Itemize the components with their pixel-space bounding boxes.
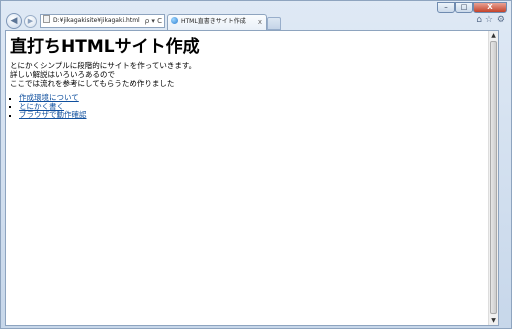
tab-current[interactable]: HTML直書きサイト作成 x — [167, 14, 267, 30]
page-icon — [43, 15, 50, 23]
intro-line: とにかくシンプルに段階的にサイトを作っていきます。 — [10, 61, 197, 70]
address-url: D:¥jikagakisite¥jikagaki.html — [53, 17, 140, 24]
forward-button[interactable]: ▶ — [24, 15, 37, 28]
tab-title: HTML直書きサイト作成 — [181, 18, 246, 25]
scroll-down-icon[interactable]: ▼ — [489, 316, 498, 325]
page-viewport: 直打ちHTMLサイト作成 とにかくシンプルに段階的にサイトを作っていきます。 詳… — [5, 30, 499, 326]
list-item: ブラウザで動作確認 — [9, 110, 87, 120]
intro-text: とにかくシンプルに段階的にサイトを作っていきます。 詳しい解説はいろいろあるので… — [10, 61, 196, 88]
tab-close-icon[interactable]: x — [258, 15, 262, 29]
page-title: 直打ちHTMLサイト作成 — [10, 37, 200, 57]
back-button[interactable]: ◀ — [6, 13, 22, 29]
home-icon[interactable]: ⌂ — [476, 15, 482, 25]
scroll-up-icon[interactable]: ▲ — [489, 31, 498, 40]
new-tab-button[interactable] — [267, 17, 281, 30]
gear-icon[interactable]: ⚙ — [497, 15, 505, 25]
browser-window: – □ X ◀ ▶ D:¥jikagakisite¥jikagaki.html … — [0, 0, 512, 329]
intro-line: ここでは流れを参考にしてもらうため作りました — [10, 79, 175, 88]
star-icon[interactable]: ☆ — [485, 15, 493, 25]
vertical-scrollbar[interactable]: ▲ ▼ — [488, 31, 498, 325]
ie-favicon-icon — [171, 17, 178, 24]
navigation-bar: ◀ ▶ D:¥jikagakisite¥jikagaki.html ρ ▾ C … — [1, 12, 511, 30]
scroll-thumb[interactable] — [490, 41, 497, 314]
link-browser-check[interactable]: ブラウザで動作確認 — [19, 110, 87, 119]
address-bar[interactable]: D:¥jikagakisite¥jikagaki.html ρ ▾ C — [40, 14, 165, 28]
address-tools[interactable]: ρ ▾ C — [145, 15, 162, 27]
link-list: 作成環境について とにかく書く ブラウザで動作確認 — [6, 93, 87, 120]
intro-line: 詳しい解説はいろいろあるので — [10, 70, 115, 79]
